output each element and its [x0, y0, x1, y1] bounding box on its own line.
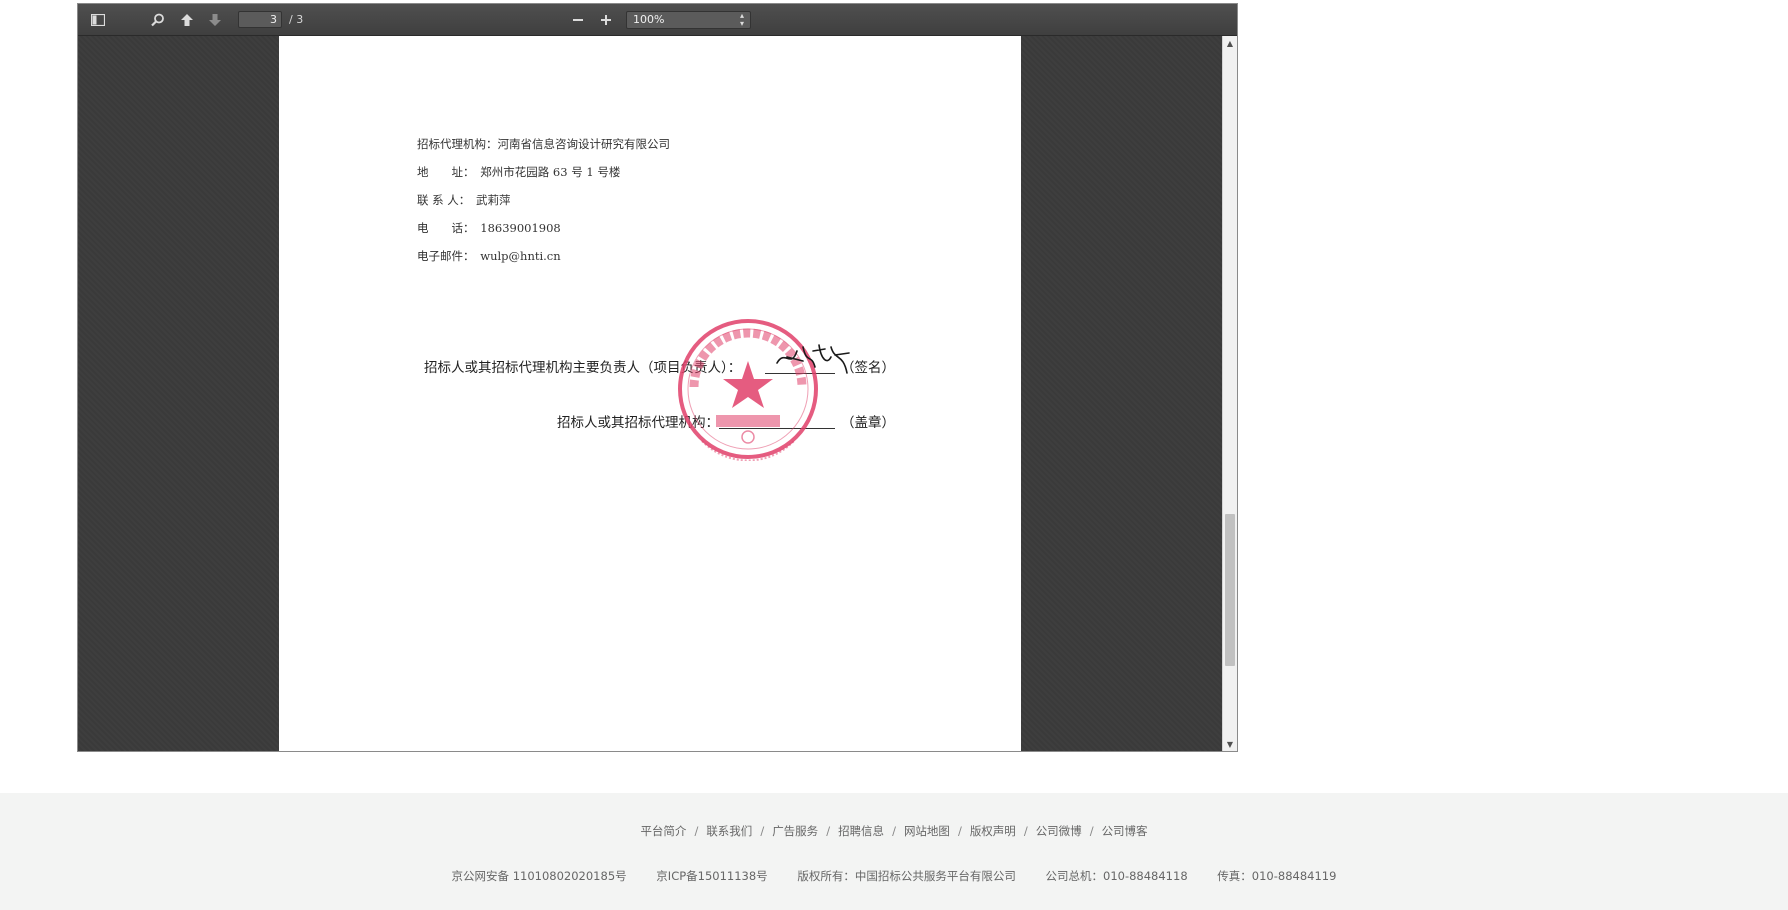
footer-link-about[interactable]: 平台简介	[640, 824, 686, 838]
footer-link-contact[interactable]: 联系我们	[706, 824, 752, 838]
pdf-page: 招标代理机构：河南省信息咨询设计研究有限公司 地 址： 郑州市花园路 63 号 …	[279, 36, 1021, 751]
scroll-thumb[interactable]	[1225, 514, 1235, 666]
arrow-down-icon	[209, 14, 221, 26]
find-button[interactable]	[147, 9, 169, 31]
zoom-select[interactable]: 100% ▴ ▾	[626, 11, 751, 29]
zoom-out-button[interactable]	[567, 9, 589, 31]
page-total-label: / 3	[289, 13, 304, 26]
scroll-up-icon[interactable]: ▲	[1223, 37, 1237, 51]
pdf-toolbar: / 3 100% ▴▾	[78, 4, 1237, 36]
minus-icon	[573, 19, 583, 21]
footer-link-jobs[interactable]: 招聘信息	[838, 824, 884, 838]
police-record: 京公网安备 11010802020185号	[451, 869, 627, 883]
next-page-button[interactable]	[204, 9, 226, 31]
company-fax: 传真：010-88484119	[1217, 869, 1337, 883]
phone-line: 电 话： 18639001908	[417, 221, 561, 235]
footer-link-weibo[interactable]: 公司微博	[1036, 824, 1082, 838]
zoom-in-button[interactable]	[595, 9, 617, 31]
sidebar-toggle-icon	[91, 14, 105, 26]
email-line: 电子邮件： wulp@hnti.cn	[417, 249, 561, 263]
footer-link-ads[interactable]: 广告服务	[772, 824, 818, 838]
page-number-input[interactable]	[238, 11, 282, 28]
chevron-updown-icon: ▴ ▾	[739, 11, 744, 28]
plus-icon	[601, 15, 611, 25]
scroll-down-icon[interactable]: ▼	[1223, 738, 1237, 751]
footer-info: 京公网安备 11010802020185号 京ICP备15011138号 版权所…	[0, 868, 1788, 884]
zoom-value: 100%	[633, 13, 665, 26]
seal-suffix: （盖章）	[841, 415, 895, 431]
footer-links: 平台简介 / 联系我们 / 广告服务 / 招聘信息 / 网站地图 / 版权声明 / 公司微博 / 公司博客	[640, 824, 1148, 838]
footer-link-copyright[interactable]: 版权声明	[970, 824, 1016, 838]
footer-link-blog[interactable]: 公司博客	[1102, 824, 1148, 838]
company-phone: 公司总机：010-88484118	[1045, 869, 1188, 883]
copyright-text: 版权所有：中国招标公共服务平台有限公司	[797, 869, 1016, 883]
contact-line: 联 系 人： 武莉萍	[417, 193, 511, 207]
address-line: 地 址： 郑州市花园路 63 号 1 号楼	[417, 165, 621, 179]
arrow-up-icon	[181, 14, 193, 26]
search-icon	[151, 13, 164, 27]
sidebar-toggle-button[interactable]	[87, 9, 109, 31]
agency-line: 招标代理机构：河南省信息咨询设计研究有限公司	[417, 137, 670, 151]
icp-record: 京ICP备15011138号	[656, 869, 768, 883]
document-viewport[interactable]: 招标代理机构：河南省信息咨询设计研究有限公司 地 址： 郑州市花园路 63 号 …	[78, 36, 1223, 751]
vertical-scrollbar[interactable]: ▲ ▼	[1222, 36, 1237, 751]
footer-link-sitemap[interactable]: 网站地图	[904, 824, 950, 838]
previous-page-button[interactable]	[176, 9, 198, 31]
handwritten-signature-image	[776, 344, 850, 374]
pdf-viewer: / 3 100% ▴▾ 招标代理机构：河南省信息咨询设计研究有限公司 地 址： …	[77, 3, 1238, 752]
site-footer: 平台简介 / 联系我们 / 广告服务 / 招聘信息 / 网站地图 / 版权声明 / 公司微博 / 公司博客 …	[0, 793, 1788, 910]
